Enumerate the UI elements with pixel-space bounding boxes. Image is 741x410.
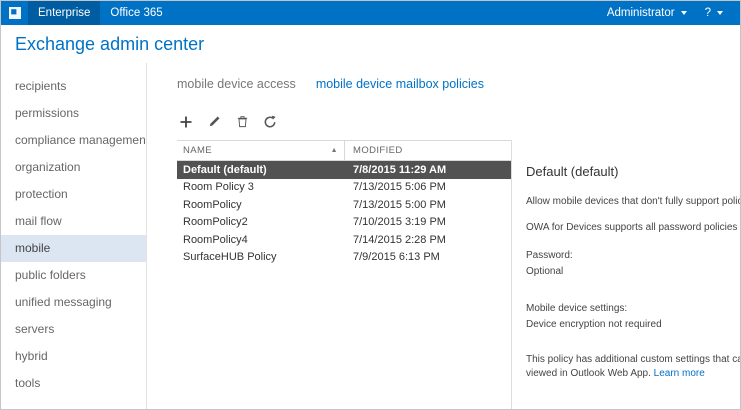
list-toolbar	[177, 114, 740, 132]
policy-modified-cell: 7/10/2015 3:19 PM	[345, 216, 511, 228]
policy-modified-cell: 7/13/2015 5:06 PM	[345, 181, 511, 193]
tab-mobile-device-access[interactable]: mobile device access	[177, 77, 296, 93]
sidebar-item-organization[interactable]: organization	[1, 154, 146, 181]
tab-mobile-device-mailbox-policies[interactable]: mobile device mailbox policies	[316, 77, 484, 93]
details-note-line2: viewed in Outlook Web App. Learn more	[526, 367, 740, 381]
sidebar-item-hybrid[interactable]: hybrid	[1, 343, 146, 370]
refresh-icon	[263, 115, 277, 132]
delete-button[interactable]	[233, 114, 251, 132]
edit-button[interactable]	[205, 114, 223, 132]
details-description-line1: Allow mobile devices that don't fully su…	[526, 195, 740, 208]
policy-modified-cell: 7/14/2015 2:28 PM	[345, 234, 511, 246]
chevron-down-icon	[681, 11, 687, 15]
policy-modified-cell: 7/8/2015 11:29 AM	[345, 164, 511, 176]
help-menu[interactable]: ?	[696, 1, 732, 25]
topbar-tab-office365[interactable]: Office 365	[100, 1, 172, 25]
password-value: Optional	[526, 265, 740, 278]
policy-name-cell: Default (default)	[177, 164, 345, 176]
table-row[interactable]: RoomPolicy2 7/10/2015 3:19 PM	[177, 214, 511, 232]
sidebar-item-recipients[interactable]: recipients	[1, 73, 146, 100]
column-header-name-label: NAME	[183, 145, 212, 156]
table-header: NAME ▲ MODIFIED	[177, 140, 511, 161]
details-note-line1: This policy has additional custom settin…	[526, 353, 740, 367]
top-navigation-bar: Enterprise Office 365 Administrator ?	[1, 1, 740, 25]
refresh-button[interactable]	[261, 114, 279, 132]
policies-list: NAME ▲ MODIFIED Default (default) 7/8/20…	[177, 140, 511, 409]
topbar-tab-enterprise[interactable]: Enterprise	[28, 1, 100, 25]
sidebar-item-mail-flow[interactable]: mail flow	[1, 208, 146, 235]
policy-name-cell: RoomPolicy4	[177, 234, 345, 246]
chevron-down-icon	[717, 11, 723, 15]
sidebar-item-tools[interactable]: tools	[1, 370, 146, 397]
list-and-details: NAME ▲ MODIFIED Default (default) 7/8/20…	[147, 140, 740, 409]
column-header-modified-label: MODIFIED	[353, 145, 403, 156]
sort-ascending-icon: ▲	[331, 147, 338, 154]
page-title: Exchange admin center	[15, 34, 204, 55]
edit-icon	[208, 115, 221, 131]
sidebar-item-unified-messaging[interactable]: unified messaging	[1, 289, 146, 316]
add-button[interactable]	[177, 114, 195, 132]
left-navigation: recipients permissions compliance manage…	[1, 63, 147, 409]
table-row[interactable]: Default (default) 7/8/2015 11:29 AM	[177, 161, 511, 179]
user-menu[interactable]: Administrator	[598, 1, 696, 25]
mobile-device-settings-value: Device encryption not required	[526, 318, 740, 331]
policy-name-cell: Room Policy 3	[177, 181, 345, 193]
table-row[interactable]: RoomPolicy 7/13/2015 5:00 PM	[177, 196, 511, 214]
sidebar-item-permissions[interactable]: permissions	[1, 100, 146, 127]
sidebar-item-servers[interactable]: servers	[1, 316, 146, 343]
page-header: Exchange admin center	[1, 25, 740, 63]
details-title: Default (default)	[526, 164, 740, 179]
policy-modified-cell: 7/13/2015 5:00 PM	[345, 199, 511, 211]
sidebar-item-protection[interactable]: protection	[1, 181, 146, 208]
table-row[interactable]: RoomPolicy4 7/14/2015 2:28 PM	[177, 231, 511, 249]
details-pane: Default (default) Allow mobile devices t…	[511, 140, 740, 409]
sidebar-item-mobile[interactable]: mobile	[1, 235, 146, 262]
policy-name-cell: RoomPolicy	[177, 199, 345, 211]
table-row[interactable]: Room Policy 3 7/13/2015 5:06 PM	[177, 179, 511, 197]
details-description-line2: OWA for Devices supports all password po…	[526, 221, 740, 234]
details-note-line2-text: viewed in Outlook Web App.	[526, 368, 651, 379]
policy-modified-cell: 7/9/2015 6:13 PM	[345, 251, 511, 263]
exchange-admin-center-window: Enterprise Office 365 Administrator ? Ex…	[0, 0, 741, 410]
user-menu-label: Administrator	[607, 7, 675, 19]
help-menu-label: ?	[705, 7, 711, 19]
policy-name-cell: RoomPolicy2	[177, 216, 345, 228]
delete-icon	[236, 115, 249, 131]
topbar-right-menus: Administrator ?	[598, 1, 732, 25]
office365-logo-icon[interactable]	[8, 6, 22, 20]
table-row[interactable]: SurfaceHUB Policy 7/9/2015 6:13 PM	[177, 249, 511, 267]
mobile-device-settings-label: Mobile device settings:	[526, 302, 740, 315]
column-header-name[interactable]: NAME ▲	[177, 141, 345, 160]
policy-name-cell: SurfaceHUB Policy	[177, 251, 345, 263]
password-label: Password:	[526, 249, 740, 262]
sidebar-item-public-folders[interactable]: public folders	[1, 262, 146, 289]
learn-more-link[interactable]: Learn more	[654, 368, 705, 379]
content-area: recipients permissions compliance manage…	[1, 63, 740, 409]
add-icon	[179, 115, 193, 132]
sidebar-item-compliance-management[interactable]: compliance management	[1, 127, 146, 154]
section-tabs: mobile device access mobile device mailb…	[177, 77, 740, 93]
column-header-modified[interactable]: MODIFIED	[345, 141, 511, 160]
main-panel: mobile device access mobile device mailb…	[147, 63, 740, 409]
